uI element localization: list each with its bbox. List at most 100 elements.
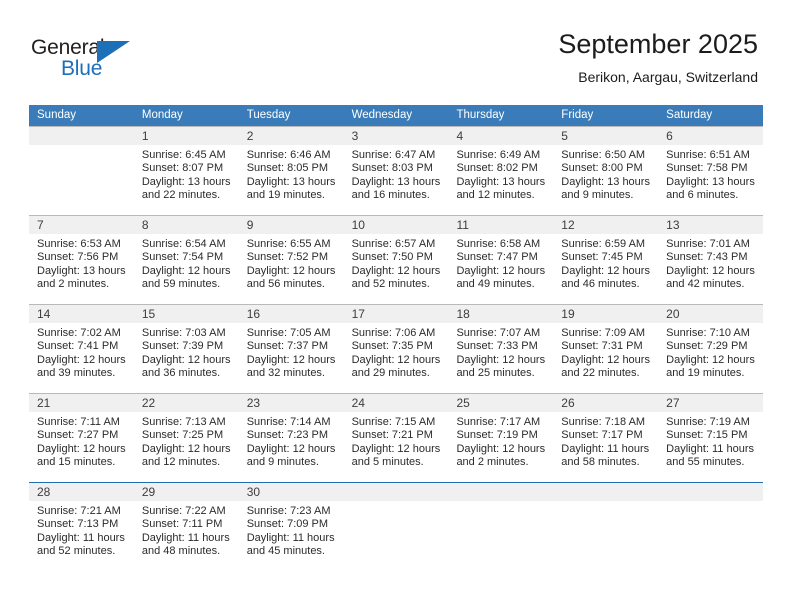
day-cell[interactable]: Sunrise: 7:05 AM Sunset: 7:37 PM Dayligh… xyxy=(239,323,344,393)
daylight-text-cont: and 16 minutes. xyxy=(351,189,430,202)
day-number[interactable]: 13 xyxy=(658,216,763,234)
day-cell[interactable]: Sunrise: 7:10 AM Sunset: 7:29 PM Dayligh… xyxy=(658,323,763,393)
day-cell[interactable]: Sunrise: 7:01 AM Sunset: 7:43 PM Dayligh… xyxy=(658,234,763,304)
day-cell[interactable]: Sunrise: 6:46 AM Sunset: 8:05 PM Dayligh… xyxy=(239,145,344,215)
day-cell[interactable]: Sunrise: 7:06 AM Sunset: 7:35 PM Dayligh… xyxy=(344,323,449,393)
day-cell[interactable]: Sunrise: 7:19 AM Sunset: 7:15 PM Dayligh… xyxy=(658,412,763,482)
daylight-text: Daylight: 12 hours xyxy=(37,442,126,455)
day-cell[interactable] xyxy=(344,501,449,571)
day-number[interactable]: 25 xyxy=(448,394,553,412)
day-number[interactable]: 5 xyxy=(553,127,658,145)
day-cell[interactable] xyxy=(658,501,763,571)
day-number[interactable]: 14 xyxy=(29,305,134,323)
week-date-strip: 28 29 30 xyxy=(29,483,763,501)
daylight-text: Daylight: 13 hours xyxy=(246,175,336,188)
day-cell[interactable]: Sunrise: 7:11 AM Sunset: 7:27 PM Dayligh… xyxy=(29,412,134,482)
day-cell[interactable]: Sunrise: 6:49 AM Sunset: 8:02 PM Dayligh… xyxy=(448,145,553,215)
day-number[interactable]: 16 xyxy=(239,305,344,323)
day-number[interactable] xyxy=(553,483,658,501)
day-cell[interactable]: Sunrise: 6:53 AM Sunset: 7:56 PM Dayligh… xyxy=(29,234,134,304)
day-number[interactable]: 4 xyxy=(448,127,553,145)
sunset-text: Sunset: 7:19 PM xyxy=(456,429,538,442)
day-number[interactable]: 12 xyxy=(553,216,658,234)
day-number[interactable] xyxy=(448,483,553,501)
day-number[interactable]: 17 xyxy=(344,305,449,323)
day-number[interactable]: 11 xyxy=(448,216,553,234)
sunrise-text: Sunrise: 6:45 AM xyxy=(141,149,226,161)
day-number[interactable] xyxy=(344,483,449,501)
day-number[interactable]: 30 xyxy=(239,483,344,501)
day-cell[interactable] xyxy=(448,501,553,571)
daylight-text: Daylight: 12 hours xyxy=(666,353,755,366)
day-cell[interactable]: Sunrise: 7:23 AM Sunset: 7:09 PM Dayligh… xyxy=(239,501,344,571)
day-number[interactable]: 8 xyxy=(134,216,239,234)
sunrise-text: Sunrise: 7:03 AM xyxy=(141,327,226,339)
day-number[interactable]: 18 xyxy=(448,305,553,323)
day-number[interactable]: 27 xyxy=(658,394,763,412)
day-cell[interactable]: Sunrise: 6:58 AM Sunset: 7:47 PM Dayligh… xyxy=(448,234,553,304)
day-cell[interactable]: Sunrise: 7:03 AM Sunset: 7:39 PM Dayligh… xyxy=(134,323,239,393)
day-number[interactable]: 20 xyxy=(658,305,763,323)
sunset-text: Sunset: 7:41 PM xyxy=(37,340,119,353)
day-cell[interactable]: Sunrise: 6:55 AM Sunset: 7:52 PM Dayligh… xyxy=(239,234,344,304)
day-number[interactable]: 6 xyxy=(658,127,763,145)
calendar-week-row: 28 29 30 Sunrise: 7:21 AM Sunset: 7:13 P… xyxy=(29,483,763,571)
weekday-header-thursday: Thursday xyxy=(456,109,505,121)
daylight-text-cont: and 29 minutes. xyxy=(351,367,430,380)
daylight-text: Daylight: 13 hours xyxy=(37,264,126,277)
day-cell[interactable]: Sunrise: 6:45 AM Sunset: 8:07 PM Dayligh… xyxy=(134,145,239,215)
day-number[interactable] xyxy=(658,483,763,501)
logo[interactable]: General Blue xyxy=(31,36,151,82)
sunset-text: Sunset: 7:35 PM xyxy=(351,340,433,353)
sunset-text: Sunset: 8:03 PM xyxy=(351,162,433,175)
day-cell[interactable]: Sunrise: 7:15 AM Sunset: 7:21 PM Dayligh… xyxy=(344,412,449,482)
day-cell[interactable]: Sunrise: 7:17 AM Sunset: 7:19 PM Dayligh… xyxy=(448,412,553,482)
daylight-text-cont: and 19 minutes. xyxy=(246,189,325,202)
day-number[interactable]: 10 xyxy=(344,216,449,234)
weekday-header-row: Sunday Monday Tuesday Wednesday Thursday… xyxy=(29,105,763,126)
day-cell[interactable]: Sunrise: 7:14 AM Sunset: 7:23 PM Dayligh… xyxy=(239,412,344,482)
daylight-text-cont: and 48 minutes. xyxy=(141,545,221,558)
day-number[interactable] xyxy=(29,127,134,145)
day-cell[interactable]: Sunrise: 7:13 AM Sunset: 7:25 PM Dayligh… xyxy=(134,412,239,482)
day-cell[interactable]: Sunrise: 6:50 AM Sunset: 8:00 PM Dayligh… xyxy=(553,145,658,215)
day-cell[interactable]: Sunrise: 7:07 AM Sunset: 7:33 PM Dayligh… xyxy=(448,323,553,393)
day-cell[interactable]: Sunrise: 7:22 AM Sunset: 7:11 PM Dayligh… xyxy=(134,501,239,571)
sunrise-text: Sunrise: 7:14 AM xyxy=(246,416,331,428)
day-number[interactable]: 26 xyxy=(553,394,658,412)
day-cell[interactable]: Sunrise: 6:54 AM Sunset: 7:54 PM Dayligh… xyxy=(134,234,239,304)
day-number[interactable]: 21 xyxy=(29,394,134,412)
day-number[interactable]: 23 xyxy=(239,394,344,412)
day-number[interactable]: 2 xyxy=(239,127,344,145)
day-cell[interactable]: Sunrise: 7:02 AM Sunset: 7:41 PM Dayligh… xyxy=(29,323,134,393)
day-number[interactable]: 9 xyxy=(239,216,344,234)
day-cell[interactable]: Sunrise: 6:59 AM Sunset: 7:45 PM Dayligh… xyxy=(553,234,658,304)
day-number[interactable]: 3 xyxy=(344,127,449,145)
daylight-text-cont: and 45 minutes. xyxy=(246,545,325,558)
day-cell[interactable]: Sunrise: 7:21 AM Sunset: 7:13 PM Dayligh… xyxy=(29,501,134,571)
sunrise-text: Sunrise: 6:59 AM xyxy=(561,238,646,250)
day-cell[interactable]: Sunrise: 6:51 AM Sunset: 7:58 PM Dayligh… xyxy=(658,145,763,215)
day-number[interactable]: 19 xyxy=(553,305,658,323)
day-number[interactable]: 22 xyxy=(134,394,239,412)
daylight-text: Daylight: 11 hours xyxy=(37,531,125,544)
daylight-text-cont: and 36 minutes. xyxy=(141,367,221,380)
daylight-text-cont: and 56 minutes. xyxy=(246,278,325,291)
sunset-text: Sunset: 7:31 PM xyxy=(561,340,643,353)
day-cell[interactable]: Sunrise: 6:57 AM Sunset: 7:50 PM Dayligh… xyxy=(344,234,449,304)
day-cell[interactable] xyxy=(29,145,134,215)
day-number[interactable]: 1 xyxy=(134,127,239,145)
daylight-text: Daylight: 11 hours xyxy=(561,442,650,455)
day-number[interactable]: 7 xyxy=(29,216,134,234)
day-cell[interactable]: Sunrise: 6:47 AM Sunset: 8:03 PM Dayligh… xyxy=(344,145,449,215)
day-cell[interactable] xyxy=(553,501,658,571)
day-number[interactable]: 15 xyxy=(134,305,239,323)
day-cell[interactable]: Sunrise: 7:18 AM Sunset: 7:17 PM Dayligh… xyxy=(553,412,658,482)
sunrise-text: Sunrise: 7:02 AM xyxy=(37,327,121,339)
day-number[interactable]: 24 xyxy=(344,394,449,412)
day-cell[interactable]: Sunrise: 7:09 AM Sunset: 7:31 PM Dayligh… xyxy=(553,323,658,393)
daylight-text-cont: and 52 minutes. xyxy=(351,278,430,291)
day-number[interactable]: 28 xyxy=(29,483,134,501)
sunrise-text: Sunrise: 6:47 AM xyxy=(351,149,436,161)
day-number[interactable]: 29 xyxy=(134,483,239,501)
